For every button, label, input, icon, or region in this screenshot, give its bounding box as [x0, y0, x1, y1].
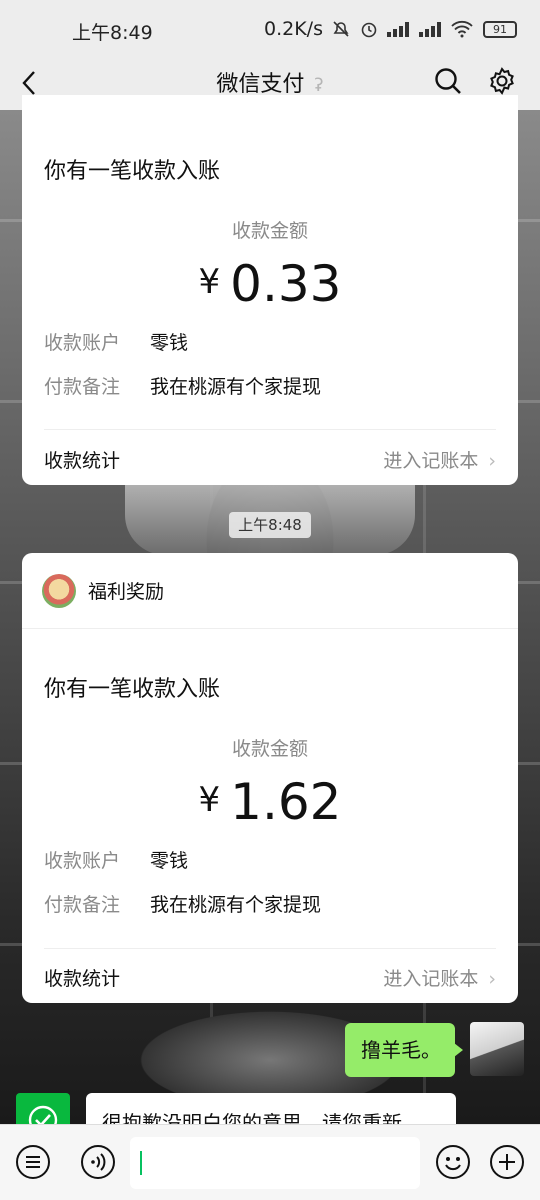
- card-headline: 你有一笔收款入账: [44, 159, 221, 184]
- wifi-icon: [451, 20, 473, 38]
- my-avatar[interactable]: [470, 1022, 524, 1076]
- card-footer[interactable]: 收款统计 进入记账本 ›: [44, 446, 496, 473]
- payment-card-2[interactable]: 福利奖励 你有一笔收款入账 收款金额 ¥1.62 收款账户 零钱 付款备注 我在桃源…: [22, 553, 518, 1003]
- ledger-link-text: 进入记账本: [383, 450, 479, 472]
- status-time: 上午8:49: [72, 22, 153, 44]
- signal-icon-2: [418, 21, 443, 37]
- signal-icon-1: [386, 21, 411, 37]
- card-row-remark: 付款备注 我在桃源有个家提现: [44, 890, 321, 917]
- gear-icon: [490, 67, 514, 95]
- row-key: 付款备注: [44, 376, 121, 398]
- voice-icon: [81, 1145, 115, 1179]
- plus-icon: [490, 1145, 524, 1179]
- my-message-bubble[interactable]: 撸羊毛。: [345, 1023, 463, 1077]
- search-button[interactable]: [431, 64, 465, 98]
- network-speed: 0.2K/s: [264, 18, 323, 40]
- ear-icon: ʡ: [314, 75, 324, 96]
- row-key: 收款账户: [44, 332, 121, 354]
- card-row-account: 收款账户 零钱: [44, 328, 188, 355]
- footer-label: 收款统计: [44, 450, 121, 472]
- message-input[interactable]: [130, 1137, 420, 1189]
- card-row-account: 收款账户 零钱: [44, 846, 188, 873]
- sender-name: 福利奖励: [88, 581, 165, 603]
- amount-value: ¥1.62: [22, 773, 518, 831]
- search-icon: [435, 68, 461, 94]
- sender-avatar: [42, 573, 76, 608]
- payment-card-1[interactable]: 你有一笔收款入账 收款金额 ¥0.33 收款账户 零钱 付款备注 我在桃源有个家提现…: [22, 95, 518, 485]
- amount-label: 收款金额: [231, 220, 308, 242]
- voice-button[interactable]: [80, 1144, 116, 1180]
- amount-number: 1.62: [230, 773, 342, 831]
- status-right: 0.2K/s 91: [264, 18, 517, 40]
- emoji-icon: [436, 1145, 470, 1179]
- chevron-right-icon: ›: [488, 450, 496, 472]
- alarm-icon: [361, 22, 377, 38]
- card-footer[interactable]: 收款统计 进入记账本 ›: [44, 964, 496, 991]
- page-title-text: 微信支付: [216, 72, 305, 97]
- mute-icon: [333, 21, 349, 37]
- row-key: 付款备注: [44, 894, 121, 916]
- currency-symbol: ¥: [198, 262, 221, 302]
- chevron-right-icon: ›: [488, 968, 496, 990]
- card-row-remark: 付款备注 我在桃源有个家提现: [44, 372, 321, 399]
- list-menu-icon: [16, 1145, 50, 1179]
- row-key: 收款账户: [44, 850, 121, 872]
- status-bar: 上午8:49 0.2K/s 91: [0, 0, 540, 56]
- text-caret: [140, 1151, 142, 1175]
- settings-button[interactable]: [485, 64, 519, 98]
- card-divider: [44, 429, 496, 430]
- footer-label: 收款统计: [44, 968, 121, 990]
- ledger-link[interactable]: 进入记账本 ›: [383, 964, 496, 991]
- row-value: 零钱: [150, 850, 189, 872]
- row-value: 我在桃源有个家提现: [150, 894, 322, 916]
- chat-input-bar: [0, 1124, 540, 1200]
- row-value: 零钱: [150, 332, 189, 354]
- amount-value: ¥0.33: [22, 255, 518, 313]
- menu-toggle-button[interactable]: [15, 1144, 51, 1180]
- card-header: 福利奖励: [22, 553, 518, 629]
- chat-timestamp: 上午8:48: [229, 512, 311, 538]
- currency-symbol: ¥: [198, 780, 221, 820]
- amount-number: 0.33: [230, 255, 342, 313]
- row-value: 我在桃源有个家提现: [150, 376, 322, 398]
- card-divider: [44, 948, 496, 949]
- ledger-link[interactable]: 进入记账本 ›: [383, 446, 496, 473]
- emoji-button[interactable]: [435, 1144, 471, 1180]
- ledger-link-text: 进入记账本: [383, 968, 479, 990]
- battery-icon: 91: [482, 20, 517, 38]
- card-headline: 你有一笔收款入账: [44, 677, 221, 702]
- amount-label: 收款金额: [231, 738, 308, 760]
- more-button[interactable]: [489, 1144, 525, 1180]
